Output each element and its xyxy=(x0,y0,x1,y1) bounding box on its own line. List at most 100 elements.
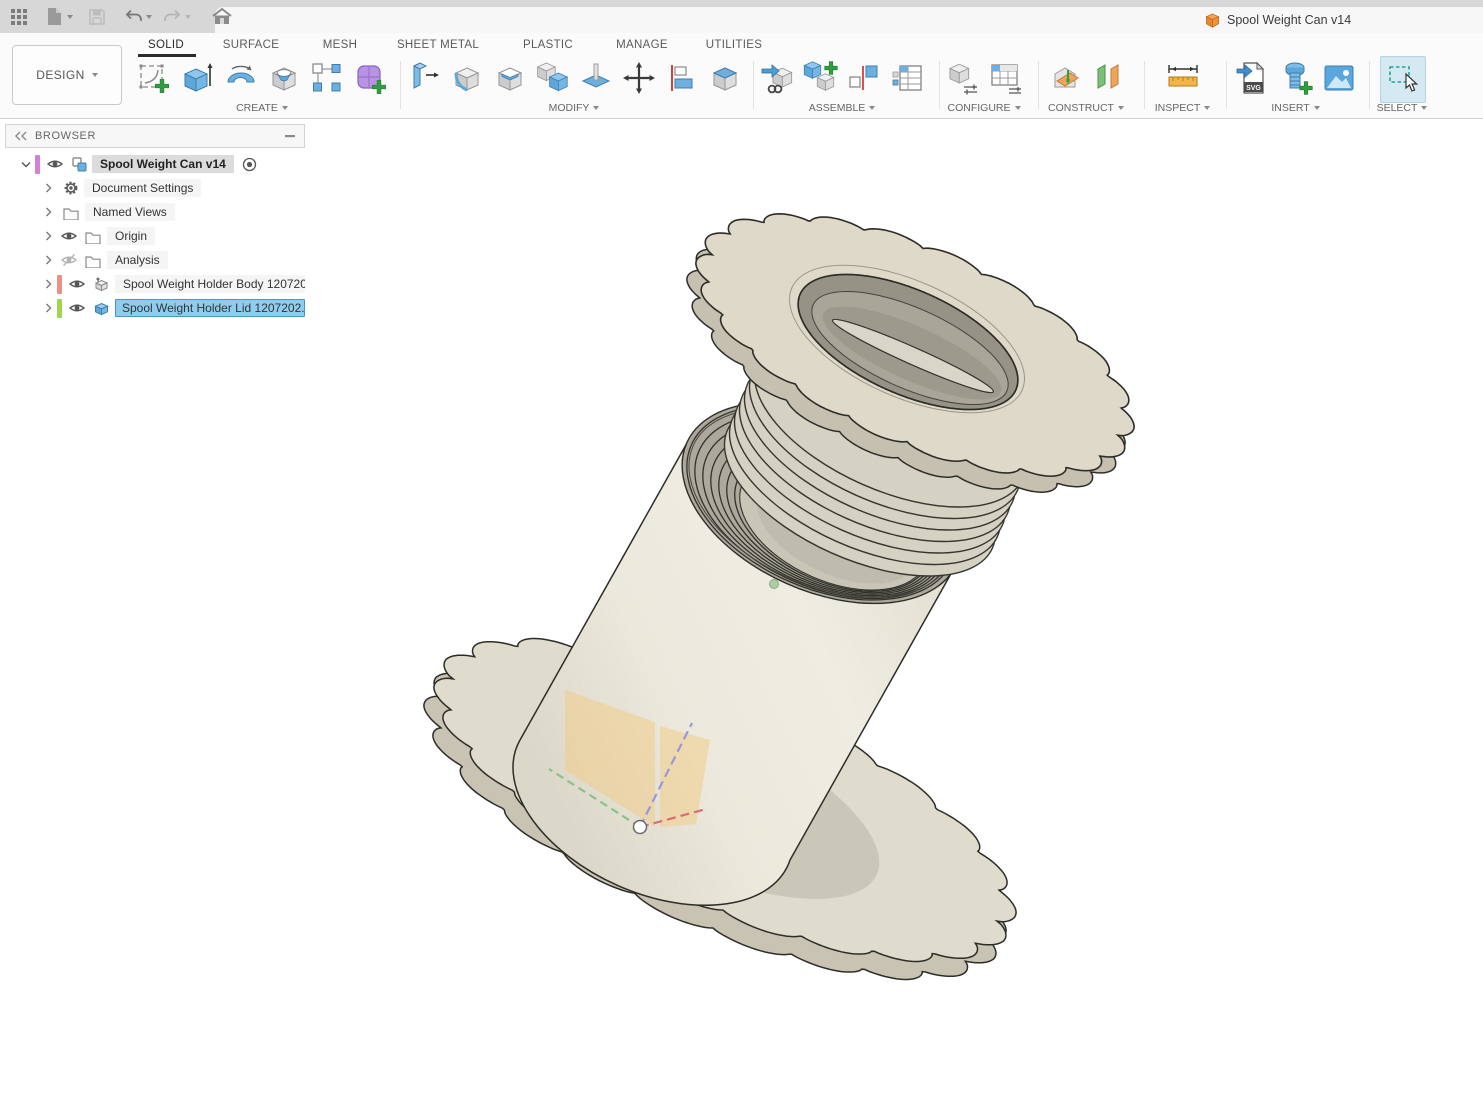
redo-button[interactable] xyxy=(160,0,195,33)
visibility-eye-icon[interactable] xyxy=(61,229,77,243)
tab-utilities[interactable]: UTILITIES xyxy=(706,39,762,51)
press-pull-button[interactable] xyxy=(402,57,445,99)
fillet-button[interactable] xyxy=(445,57,488,99)
move-copy-button[interactable] xyxy=(617,57,660,99)
pattern-button[interactable] xyxy=(305,57,348,99)
modify-section-label[interactable]: MODIFY xyxy=(402,102,746,114)
file-menu-button[interactable] xyxy=(42,0,77,33)
chevron-down-icon[interactable] xyxy=(19,161,33,168)
tab-manage[interactable]: MANAGE xyxy=(616,39,668,51)
section-divider xyxy=(753,61,754,109)
insert-group: SVG xyxy=(1231,57,1360,99)
construction-point[interactable] xyxy=(770,580,779,589)
component-color-bar xyxy=(57,299,62,318)
tab-plastic[interactable]: PLASTIC xyxy=(523,39,573,51)
extrude-button[interactable] xyxy=(176,57,219,99)
select-tool-button[interactable] xyxy=(1380,57,1423,99)
new-component-button[interactable] xyxy=(799,57,842,99)
chevron-right-icon[interactable] xyxy=(5,303,55,313)
quick-access-toolbar xyxy=(0,0,237,33)
save-button[interactable] xyxy=(85,0,109,33)
joint-button[interactable] xyxy=(842,57,885,99)
insert-section-label[interactable]: INSERT xyxy=(1231,102,1360,114)
tab-solid[interactable]: SOLID xyxy=(148,39,184,51)
workspace-switcher[interactable]: DESIGN xyxy=(12,45,122,105)
shell-button[interactable] xyxy=(488,57,531,99)
visibility-eye-icon[interactable] xyxy=(47,157,63,171)
delete-button[interactable] xyxy=(703,57,746,99)
file-new-icon xyxy=(46,7,63,26)
create-form-button[interactable] xyxy=(348,57,391,99)
create-sketch-button[interactable] xyxy=(133,57,176,99)
chevron-right-icon[interactable] xyxy=(5,183,55,193)
origin-point[interactable] xyxy=(634,821,647,834)
inspect-section-label[interactable]: INSPECT xyxy=(1161,102,1204,114)
chevron-right-icon[interactable] xyxy=(5,231,55,241)
assemble-section-label[interactable]: ASSEMBLE xyxy=(756,102,928,114)
configure-button[interactable] xyxy=(941,57,984,99)
browser-row-analysis[interactable]: Analysis xyxy=(5,248,305,272)
redo-history-caret-icon xyxy=(185,15,191,19)
combine-button[interactable] xyxy=(531,57,574,99)
visibility-eye-icon[interactable] xyxy=(69,301,85,315)
app-grid-icon[interactable] xyxy=(6,0,32,33)
tab-surface[interactable]: SURFACE xyxy=(223,39,279,51)
configure-caret-icon xyxy=(1015,106,1021,110)
minimize-panel-icon[interactable] xyxy=(285,135,295,138)
document-tab[interactable]: Spool Weight Can v14 xyxy=(215,7,1483,33)
browser-row-holder-body[interactable]: Spool Weight Holder Body 120720... xyxy=(5,272,305,296)
chevron-right-icon[interactable] xyxy=(5,255,55,265)
insert-caret-icon xyxy=(1314,106,1320,110)
configure-section-label[interactable]: CONFIGURE xyxy=(941,102,1027,114)
hole-button[interactable] xyxy=(262,57,305,99)
section-divider xyxy=(939,61,940,109)
revolve-button[interactable] xyxy=(219,57,262,99)
configuration-table-button[interactable] xyxy=(984,57,1027,99)
assemble-caret-icon xyxy=(869,106,875,110)
insert-canvas-button[interactable] xyxy=(1317,57,1360,99)
browser-row-holder-lid[interactable]: Spool Weight Holder Lid 1207202... xyxy=(5,296,305,320)
document-settings-label[interactable]: Document Settings xyxy=(84,179,201,197)
holder-body-label[interactable]: Spool Weight Holder Body 120720... xyxy=(115,275,305,293)
document-cube-icon xyxy=(1205,13,1220,28)
construct-plane-button[interactable] xyxy=(1043,57,1086,99)
create-section-label[interactable]: CREATE xyxy=(133,102,391,114)
measure-button[interactable] xyxy=(1161,57,1204,99)
browser-header[interactable]: BROWSER xyxy=(5,124,305,148)
browser-title: BROWSER xyxy=(35,130,96,142)
construct-section-label[interactable]: CONSTRUCT xyxy=(1043,102,1129,114)
collapse-panel-icon[interactable] xyxy=(15,131,27,141)
select-section-label[interactable]: SELECT xyxy=(1380,102,1424,114)
tab-sheet-metal[interactable]: SHEET METAL xyxy=(397,39,479,51)
activate-component-radio[interactable] xyxy=(242,157,257,172)
tab-mesh[interactable]: MESH xyxy=(323,39,357,51)
named-views-label[interactable]: Named Views xyxy=(85,203,175,221)
undo-button[interactable] xyxy=(121,0,156,33)
insert-svg-button[interactable]: SVG xyxy=(1231,57,1274,99)
inspect-caret-icon xyxy=(1204,106,1210,110)
create-caret-icon xyxy=(282,106,288,110)
holder-lid-label[interactable]: Spool Weight Holder Lid 1207202... xyxy=(115,299,305,317)
visibility-eye-off-icon[interactable] xyxy=(61,253,77,267)
browser-row-named-views[interactable]: Named Views xyxy=(5,200,305,224)
gear-icon xyxy=(63,180,79,196)
offset-plane-button[interactable] xyxy=(1086,57,1129,99)
workspace-caret-icon xyxy=(92,73,98,77)
split-body-button[interactable] xyxy=(574,57,617,99)
ribbon-toolbar: DESIGN SOLID SURFACE MESH SHEET METAL PL… xyxy=(0,33,1483,119)
chevron-right-icon[interactable] xyxy=(5,279,55,289)
bom-table-button[interactable] xyxy=(885,57,928,99)
browser-row-root[interactable]: Spool Weight Can v14 xyxy=(5,152,305,176)
visibility-eye-icon[interactable] xyxy=(69,277,85,291)
insert-fastener-button[interactable] xyxy=(1274,57,1317,99)
undo-icon xyxy=(125,9,142,24)
browser-row-document-settings[interactable]: Document Settings xyxy=(5,176,305,200)
browser-row-origin[interactable]: Origin xyxy=(5,224,305,248)
align-button[interactable] xyxy=(660,57,703,99)
root-component-label[interactable]: Spool Weight Can v14 xyxy=(92,155,234,173)
insert-derive-button[interactable] xyxy=(756,57,799,99)
analysis-label[interactable]: Analysis xyxy=(107,251,168,269)
home-view-button[interactable] xyxy=(207,0,237,33)
origin-label[interactable]: Origin xyxy=(107,227,155,245)
chevron-right-icon[interactable] xyxy=(5,207,55,217)
